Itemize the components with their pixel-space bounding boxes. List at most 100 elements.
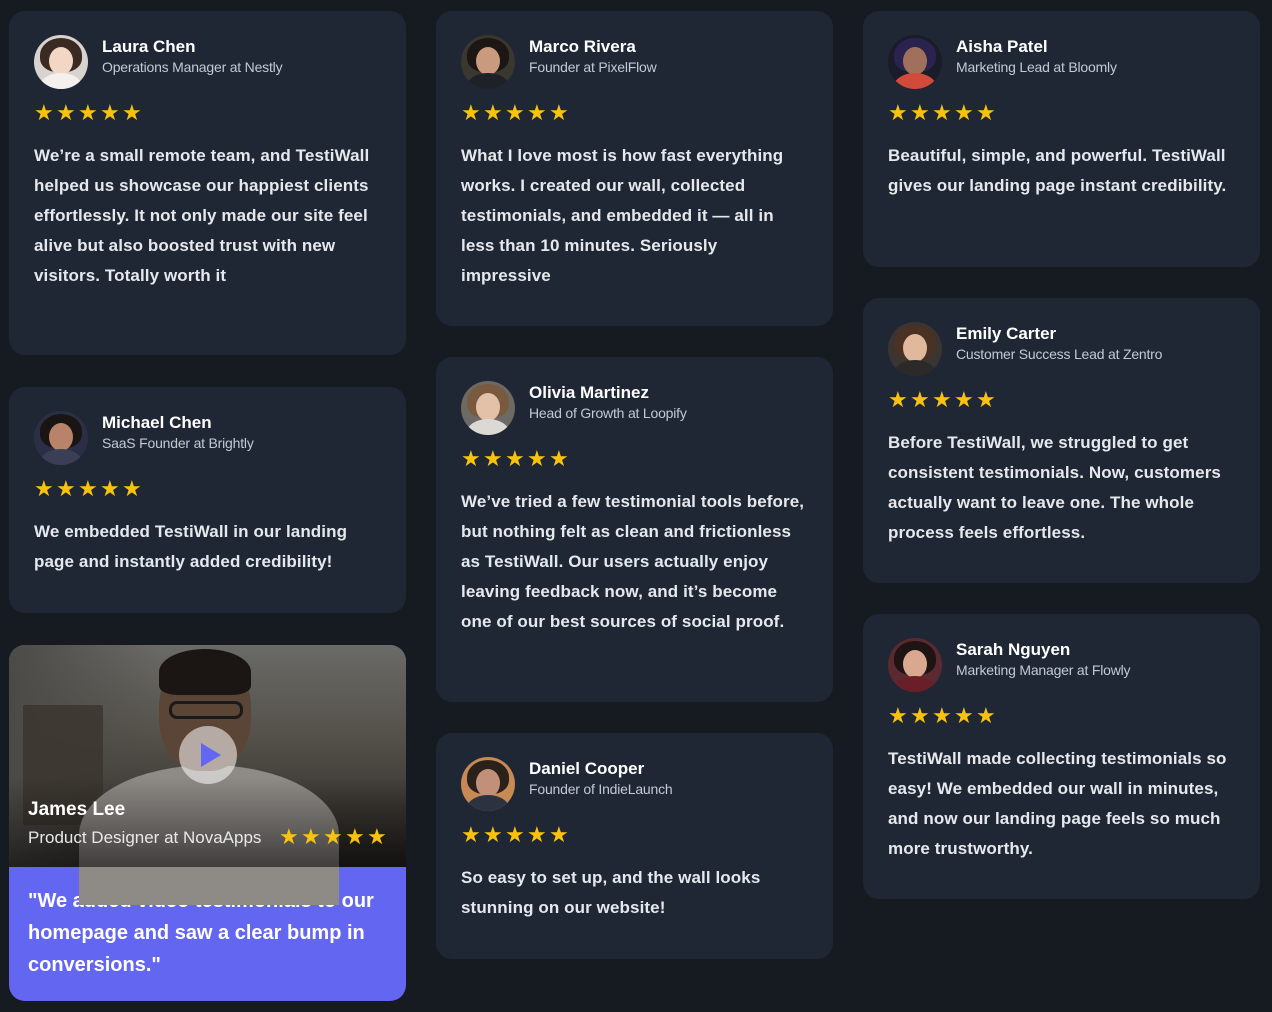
star-icon: ★ <box>549 100 569 125</box>
star-icon: ★ <box>954 387 974 412</box>
star-icon: ★ <box>461 822 481 847</box>
star-icon: ★ <box>505 446 525 471</box>
star-icon: ★ <box>34 100 54 125</box>
star-icon: ★ <box>34 476 54 501</box>
star-icon: ★ <box>505 822 525 847</box>
testimonial-text: What I love most is how fast everything … <box>461 146 784 285</box>
author-role: Founder at PixelFlow <box>529 59 657 75</box>
star-icon: ★ <box>100 100 120 125</box>
author-role: Customer Success Lead at Zentro <box>956 346 1163 362</box>
rating-stars: ★ ★ ★ ★ ★ <box>279 824 388 849</box>
star-icon: ★ <box>549 822 569 847</box>
rating-stars: ★ ★ ★ ★ ★ <box>461 100 808 125</box>
star-icon: ★ <box>888 703 908 728</box>
testimonial-card: Laura Chen Operations Manager at Nestly … <box>9 11 406 355</box>
rating-stars: ★ ★ ★ ★ ★ <box>461 822 808 847</box>
avatar <box>888 35 942 89</box>
testimonial-text: TestiWall made collecting testimonials s… <box>888 749 1227 858</box>
author-name: Marco Rivera <box>529 37 636 56</box>
star-icon: ★ <box>527 446 547 471</box>
star-icon: ★ <box>461 446 481 471</box>
rating-stars: ★ ★ ★ ★ ★ <box>888 387 1235 412</box>
star-icon: ★ <box>367 824 387 849</box>
star-icon: ★ <box>345 824 365 849</box>
author-role: SaaS Founder at Brightly <box>102 435 254 451</box>
testimonial-card: Olivia Martinez Head of Growth at Loopif… <box>436 357 833 702</box>
star-icon: ★ <box>932 100 952 125</box>
testimonial-text: We’ve tried a few testimonial tools befo… <box>461 492 805 631</box>
testimonial-card: Aisha Patel Marketing Lead at Bloomly ★ … <box>863 11 1260 267</box>
author-name: Sarah Nguyen <box>956 640 1071 659</box>
star-icon: ★ <box>932 703 952 728</box>
avatar <box>34 411 88 465</box>
star-icon: ★ <box>888 100 908 125</box>
star-icon: ★ <box>976 703 996 728</box>
star-icon: ★ <box>461 100 481 125</box>
video-player[interactable]: James Lee Product Designer at NovaApps ★… <box>9 645 406 905</box>
star-icon: ★ <box>910 387 930 412</box>
author-role: Head of Growth at Loopify <box>529 405 687 421</box>
star-icon: ★ <box>100 476 120 501</box>
star-icon: ★ <box>549 446 569 471</box>
testimonial-text: We’re a small remote team, and TestiWall… <box>34 146 370 285</box>
author-name: Michael Chen <box>102 413 212 432</box>
author-role: Marketing Manager at Flowly <box>956 662 1131 678</box>
star-icon: ★ <box>976 100 996 125</box>
star-icon: ★ <box>888 387 908 412</box>
star-icon: ★ <box>976 387 996 412</box>
star-icon: ★ <box>932 387 952 412</box>
rating-stars: ★ ★ ★ ★ ★ <box>34 100 381 125</box>
rating-stars: ★ ★ ★ ★ ★ <box>34 476 381 501</box>
star-icon: ★ <box>122 476 142 501</box>
star-icon: ★ <box>954 703 974 728</box>
testimonial-text: Beautiful, simple, and powerful. TestiWa… <box>888 146 1227 195</box>
star-icon: ★ <box>483 446 503 471</box>
star-icon: ★ <box>910 703 930 728</box>
star-icon: ★ <box>505 100 525 125</box>
rating-stars: ★ ★ ★ ★ ★ <box>888 100 1235 125</box>
avatar <box>34 35 88 89</box>
testimonial-text: We embedded TestiWall in our landing pag… <box>34 522 348 571</box>
testimonial-card: Emily Carter Customer Success Lead at Ze… <box>863 298 1260 583</box>
author-role: Operations Manager at Nestly <box>102 59 283 75</box>
star-icon: ★ <box>483 100 503 125</box>
testimonial-text: So easy to set up, and the wall looks st… <box>461 868 761 917</box>
video-testimonial-card: James Lee Product Designer at NovaApps ★… <box>9 645 406 1001</box>
play-icon <box>200 743 221 767</box>
star-icon: ★ <box>56 476 76 501</box>
avatar <box>888 638 942 692</box>
avatar <box>461 381 515 435</box>
author-name: Emily Carter <box>956 324 1057 343</box>
star-icon: ★ <box>527 822 547 847</box>
play-button[interactable] <box>179 726 237 784</box>
rating-stars: ★ ★ ★ ★ ★ <box>888 703 1235 728</box>
author-name: Laura Chen <box>102 37 196 56</box>
star-icon: ★ <box>56 100 76 125</box>
testimonial-card: Michael Chen SaaS Founder at Brightly ★ … <box>9 387 406 613</box>
star-icon: ★ <box>78 100 98 125</box>
star-icon: ★ <box>122 100 142 125</box>
testimonial-text: Before TestiWall, we struggled to get co… <box>888 433 1221 542</box>
star-icon: ★ <box>301 824 321 849</box>
author-role: Founder of IndieLaunch <box>529 781 673 797</box>
avatar <box>461 35 515 89</box>
video-author-role: Product Designer at NovaApps <box>28 828 262 847</box>
star-icon: ★ <box>910 100 930 125</box>
avatar <box>461 757 515 811</box>
avatar <box>888 322 942 376</box>
author-name: Olivia Martinez <box>529 383 649 402</box>
star-icon: ★ <box>483 822 503 847</box>
testimonial-card: Sarah Nguyen Marketing Manager at Flowly… <box>863 614 1260 899</box>
star-icon: ★ <box>279 824 299 849</box>
author-name: Daniel Cooper <box>529 759 645 778</box>
rating-stars: ★ ★ ★ ★ ★ <box>461 446 808 471</box>
star-icon: ★ <box>527 100 547 125</box>
star-icon: ★ <box>954 100 974 125</box>
author-name: Aisha Patel <box>956 37 1048 56</box>
star-icon: ★ <box>323 824 343 849</box>
testimonial-card: Daniel Cooper Founder of IndieLaunch ★ ★… <box>436 733 833 959</box>
author-role: Marketing Lead at Bloomly <box>956 59 1117 75</box>
testimonial-card: Marco Rivera Founder at PixelFlow ★ ★ ★ … <box>436 11 833 326</box>
star-icon: ★ <box>78 476 98 501</box>
video-author-name: James Lee <box>28 799 126 820</box>
